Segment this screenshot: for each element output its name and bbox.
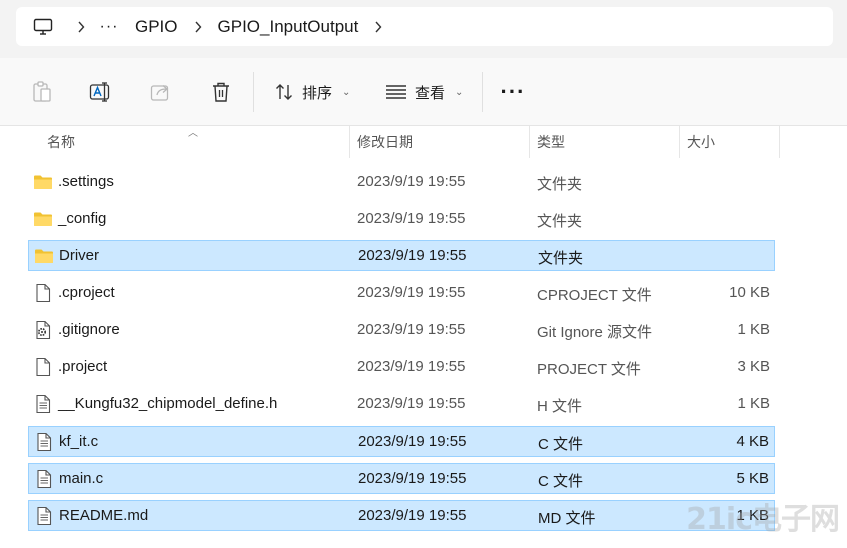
breadcrumb-gpio[interactable]: GPIO [126,7,187,46]
sort-icon [276,84,292,100]
column-name[interactable]: 名称 [47,126,75,158]
file-name: main.c [59,470,104,487]
file-row[interactable]: kf_it.c 2023/9/19 19:55 C 文件 4 KB [28,426,775,457]
file-row[interactable]: __Kungfu32_chipmodel_define.h 2023/9/19 … [28,389,775,420]
toolbar-divider [482,72,483,112]
blank-file-icon [33,357,53,377]
file-type: C 文件 [538,436,584,453]
file-modified: 2023/9/19 19:55 [358,247,467,264]
file-row[interactable]: _config 2023/9/19 19:55 文件夹 [28,204,775,235]
file-modified: 2023/9/19 19:55 [358,470,467,487]
chevron-down-icon: ⌄ [455,86,464,98]
text-file-icon [34,432,54,452]
this-pc-button[interactable] [16,7,70,46]
blank-file-icon [33,283,53,303]
file-type: Git Ignore 源文件 [537,324,653,341]
column-divider[interactable] [529,126,530,158]
file-type: C 文件 [538,473,584,490]
view-label: 查看 [415,84,446,102]
rename-icon [89,82,110,102]
column-modified[interactable]: 修改日期 [357,126,413,158]
file-size: 5 KB [736,470,769,487]
file-type: 文件夹 [537,213,583,230]
column-header: ︿ 名称 修改日期 类型 大小 [0,126,847,158]
file-modified: 2023/9/19 19:55 [357,395,466,412]
file-row[interactable]: .gitignore 2023/9/19 19:55 Git Ignore 源文… [28,315,775,346]
column-divider[interactable] [779,126,780,158]
chevron-down-icon: ⌄ [342,86,351,98]
trash-icon [213,82,229,102]
see-more-button[interactable]: ··· [498,76,528,108]
view-button[interactable]: 查看 ⌄ [385,76,463,108]
breadcrumb-overflow-button[interactable]: ··· [92,7,126,46]
folder-icon [33,172,53,192]
file-modified: 2023/9/19 19:55 [357,210,466,227]
column-divider[interactable] [349,126,350,158]
chevron-right-icon[interactable] [367,7,389,46]
folder-icon [34,246,54,266]
sort-button[interactable]: 排序 ⌄ [274,76,350,108]
file-size: 1 KB [737,321,770,338]
watermark: 21ic电子网 [686,502,840,537]
file-name: Driver [59,247,99,264]
file-type: PROJECT 文件 [537,361,641,378]
file-name: kf_it.c [59,433,99,450]
file-modified: 2023/9/19 19:55 [358,433,467,450]
breadcrumb-gpio-inputoutput[interactable]: GPIO_InputOutput [209,7,368,46]
file-row[interactable]: .settings 2023/9/19 19:55 文件夹 [28,167,775,198]
sort-ascending-icon: ︿ [188,128,198,139]
address-bar[interactable]: ··· GPIO GPIO_InputOutput [16,7,833,46]
file-name: __Kungfu32_chipmodel_define.h [58,395,278,412]
column-type[interactable]: 类型 [537,126,565,158]
settings-file-icon [33,320,53,340]
chevron-right-icon[interactable] [187,7,209,46]
text-file-icon [34,506,54,526]
share-icon [150,85,169,101]
address-band: ··· GPIO GPIO_InputOutput [0,0,847,58]
file-size: 1 KB [737,395,770,412]
file-size: 3 KB [737,358,770,375]
file-type: MD 文件 [538,510,596,527]
folder-icon [33,209,53,229]
text-file-icon [33,394,53,414]
file-name: _config [58,210,107,227]
chevron-right-icon[interactable] [70,7,92,46]
share-button[interactable] [145,76,177,108]
rename-button[interactable] [85,76,117,108]
command-bar: 排序 ⌄ 查看 ⌄ ··· [0,58,847,126]
clipboard-icon [33,81,51,102]
file-type: H 文件 [537,398,583,415]
file-type: CPROJECT 文件 [537,287,652,304]
monitor-icon [33,18,53,35]
file-modified: 2023/9/19 19:55 [357,173,466,190]
toolbar-divider [253,72,254,112]
file-modified: 2023/9/19 19:55 [357,284,466,301]
paste-button[interactable] [26,76,58,108]
file-type: 文件夹 [538,250,584,267]
file-name: .cproject [58,284,115,301]
file-row[interactable]: README.md 2023/9/19 19:55 MD 文件 1 KB [28,500,775,531]
file-row[interactable]: .project 2023/9/19 19:55 PROJECT 文件 3 KB [28,352,775,383]
file-size: 4 KB [736,433,769,450]
file-row[interactable]: Driver 2023/9/19 19:55 文件夹 [28,240,775,271]
file-modified: 2023/9/19 19:55 [357,321,466,338]
text-file-icon [34,469,54,489]
file-name: .settings [58,173,114,190]
file-row[interactable]: main.c 2023/9/19 19:55 C 文件 5 KB [28,463,775,494]
view-list-icon [386,85,406,99]
file-name: .project [58,358,108,375]
column-divider[interactable] [679,126,680,158]
column-size[interactable]: 大小 [687,126,715,158]
file-name: .gitignore [58,321,120,338]
file-modified: 2023/9/19 19:55 [357,358,466,375]
file-modified: 2023/9/19 19:55 [358,507,467,524]
file-type: 文件夹 [537,176,583,193]
file-row[interactable]: .cproject 2023/9/19 19:55 CPROJECT 文件 10… [28,278,775,309]
file-name: README.md [59,507,149,524]
delete-button[interactable] [205,76,237,108]
file-size: 10 KB [729,284,770,301]
sort-label: 排序 [302,84,333,102]
